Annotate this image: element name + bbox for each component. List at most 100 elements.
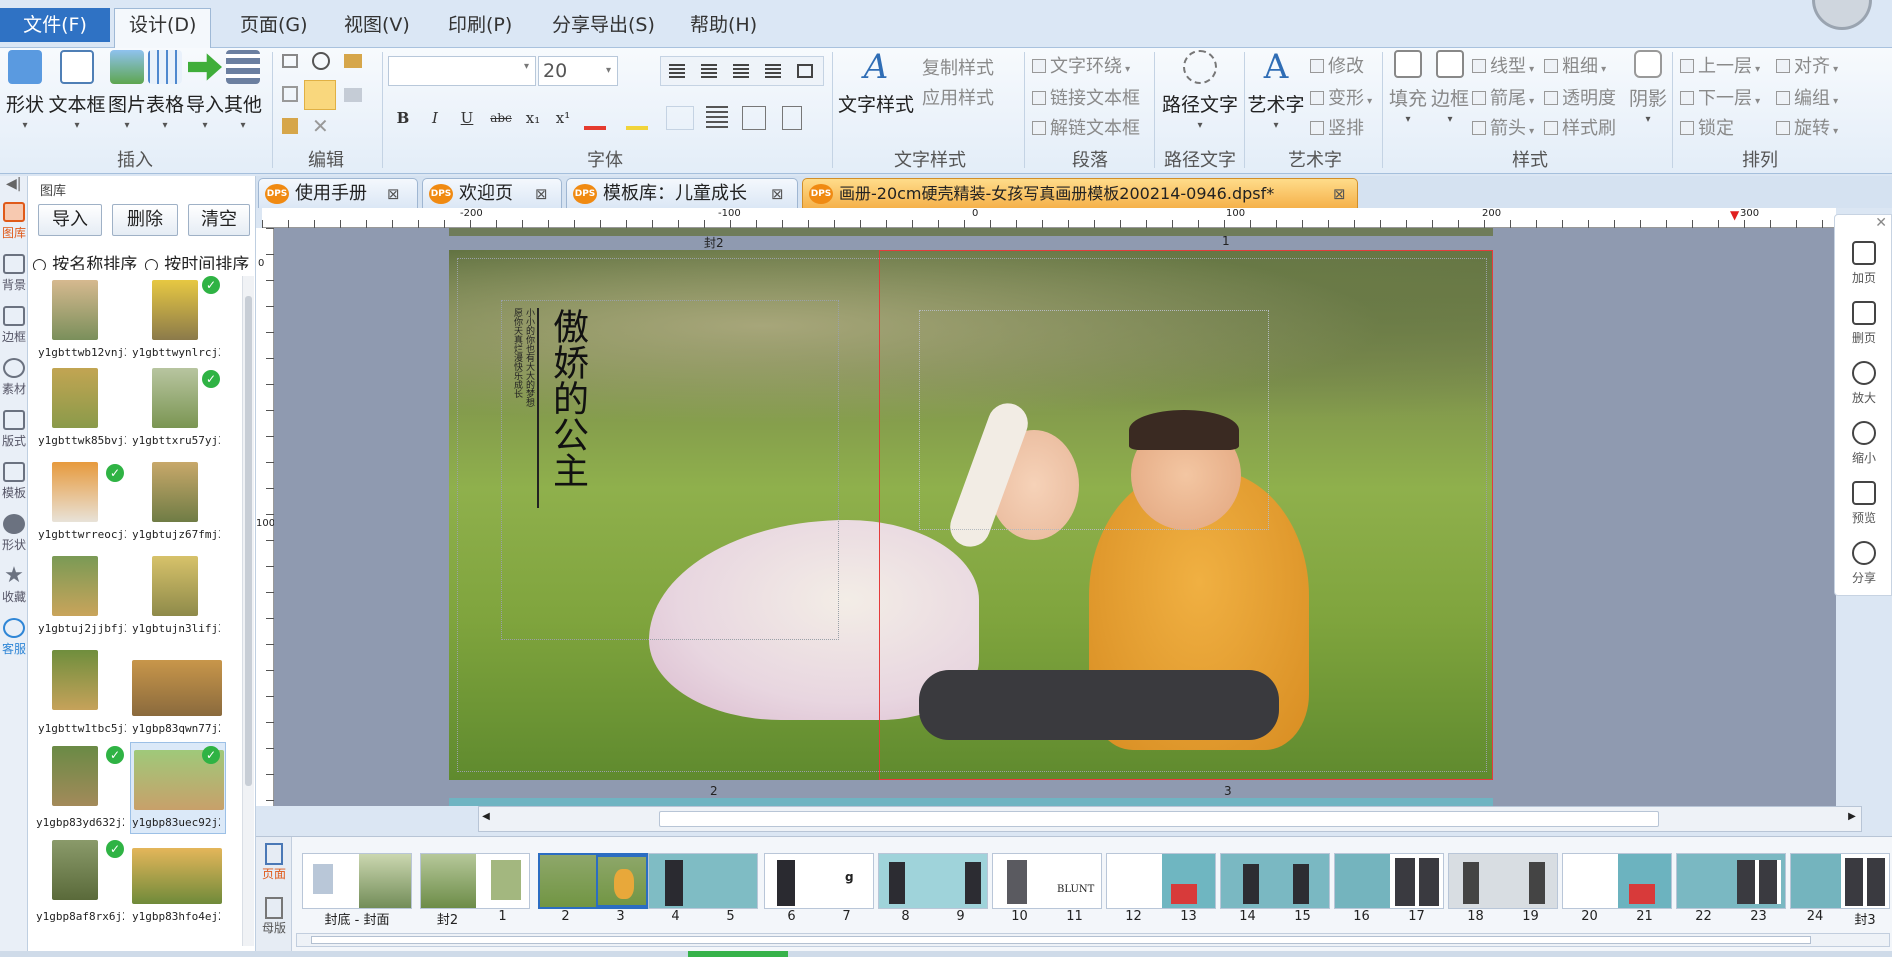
insert-image-button[interactable]: 图片 ▾: [106, 50, 148, 131]
underline-button[interactable]: U: [454, 104, 480, 132]
modify-art-button[interactable]: 修改: [1310, 52, 1364, 78]
gallery-thumb[interactable]: [52, 556, 98, 616]
align-button[interactable]: 对齐 ▾: [1776, 52, 1838, 78]
italic-button[interactable]: I: [422, 104, 448, 132]
menu-print[interactable]: 印刷(P): [434, 9, 526, 41]
rail-customer-service[interactable]: 客服: [0, 618, 28, 657]
spread-thumb-cover[interactable]: [302, 853, 412, 909]
shadow-button[interactable]: 阴影 ▾: [1626, 50, 1670, 125]
cut-icon[interactable]: [282, 54, 298, 68]
columns-icon[interactable]: [742, 106, 766, 130]
rail-shape[interactable]: 形状: [0, 514, 28, 553]
design-canvas[interactable]: 封2 1 小小的你也有大大的梦想 愿你天真烂漫快乐成长 傲娇的公主 2 3: [274, 228, 1836, 806]
distribute-icon[interactable]: [797, 64, 813, 78]
spread-thumb-6-7[interactable]: g: [764, 853, 874, 909]
menu-view[interactable]: 视图(V): [330, 9, 424, 41]
gallery-scrollbar[interactable]: [242, 276, 254, 946]
gallery-thumb[interactable]: [52, 650, 98, 710]
tab-welcome[interactable]: DPS 欢迎页 ⊠: [422, 178, 562, 208]
gallery-thumb[interactable]: [152, 556, 198, 616]
gallery-thumb[interactable]: [52, 462, 98, 522]
scrollbar-thumb[interactable]: [245, 296, 252, 786]
gallery-thumb[interactable]: [152, 462, 198, 522]
close-tab-icon[interactable]: ⊠: [1333, 179, 1346, 209]
line-weight-button[interactable]: 粗细 ▾: [1544, 52, 1606, 78]
ruler-marker-icon[interactable]: ▼: [1730, 208, 1739, 222]
scroll-right-icon[interactable]: ▶: [1845, 811, 1859, 827]
spread-thumb-18-19[interactable]: [1448, 853, 1558, 909]
spread-thumb-14-15[interactable]: [1220, 853, 1330, 909]
align-center-icon[interactable]: [701, 64, 717, 78]
rail-template[interactable]: 模板: [0, 462, 28, 501]
gallery-thumb[interactable]: [52, 368, 98, 428]
menu-help[interactable]: 帮助(H): [676, 9, 771, 41]
gallery-import-button[interactable]: 导入: [38, 204, 102, 236]
collapse-panel-icon[interactable]: ◀|: [6, 176, 21, 192]
group-button[interactable]: 编组 ▾: [1776, 84, 1838, 110]
unlink-textbox-button[interactable]: 解链文本框: [1032, 114, 1140, 140]
select-arrow-icon[interactable]: [304, 80, 336, 110]
spread-thumb-16-17[interactable]: [1334, 853, 1444, 909]
import-button[interactable]: 导入 ▾: [184, 50, 226, 131]
menu-page[interactable]: 页面(G): [226, 9, 322, 41]
gallery-clear-button[interactable]: 清空: [188, 204, 250, 236]
subtitle-vertical-text[interactable]: 小小的你也有大大的梦想: [523, 308, 535, 528]
font-color-icon[interactable]: [584, 106, 606, 130]
spread-thumb-8-9[interactable]: [878, 853, 988, 909]
path-text-button[interactable]: 路径文字 ▾: [1160, 50, 1240, 131]
filmstrip-scroll-thumb[interactable]: [311, 936, 1811, 944]
lock-button[interactable]: 锁定: [1680, 114, 1734, 140]
spread-thumb-4-5[interactable]: [648, 853, 758, 909]
spread-thumb-2-3-current[interactable]: [538, 853, 648, 909]
scroll-left-icon[interactable]: ◀: [479, 811, 493, 827]
paste-icon[interactable]: [282, 118, 298, 134]
text-box-settings-icon[interactable]: [782, 106, 802, 130]
account-icon[interactable]: [1812, 0, 1872, 30]
arrow-tail-button[interactable]: 箭尾 ▾: [1472, 84, 1534, 110]
folder-paste-icon[interactable]: [344, 54, 362, 68]
menu-design[interactable]: 设计(D): [114, 8, 212, 49]
format-painter-icon[interactable]: [344, 88, 362, 102]
insert-shape-button[interactable]: 形状 ▾: [4, 50, 46, 131]
spread-thumb-24-cover3[interactable]: [1790, 853, 1890, 909]
rail-material[interactable]: 素材: [0, 358, 28, 397]
link-textbox-button[interactable]: 链接文本框: [1032, 84, 1140, 110]
opacity-button[interactable]: 透明度: [1544, 84, 1616, 110]
gallery-thumb[interactable]: [132, 848, 222, 904]
rail-border[interactable]: 边框: [0, 306, 28, 345]
text-wrap-button[interactable]: 文字环绕 ▾: [1032, 52, 1130, 78]
gallery-thumb[interactable]: [152, 368, 198, 428]
page-spread[interactable]: 小小的你也有大大的梦想 愿你天真烂漫快乐成长 傲娇的公主: [449, 250, 1493, 780]
preview-button[interactable]: 预览: [1835, 481, 1892, 526]
align-right-icon[interactable]: [733, 64, 749, 78]
rotate-button[interactable]: 旋转 ▾: [1776, 114, 1838, 140]
sort-by-time-radio[interactable]: ○ 按时间排序: [144, 250, 250, 270]
menu-share-export[interactable]: 分享导出(S): [538, 9, 669, 41]
superscript-button[interactable]: x¹: [550, 104, 576, 132]
filmstrip-tab-master[interactable]: 母版: [258, 897, 290, 936]
menu-file[interactable]: 文件(F): [0, 8, 110, 42]
zoom-in-button[interactable]: 放大: [1835, 361, 1892, 406]
title-vertical-text[interactable]: 傲娇的公主: [543, 308, 588, 488]
fill-button[interactable]: 填充 ▾: [1386, 50, 1430, 125]
gallery-thumb[interactable]: [132, 660, 222, 716]
justify-icon[interactable]: [765, 64, 781, 78]
gallery-thumb[interactable]: [152, 280, 198, 340]
gallery-thumb[interactable]: [52, 746, 98, 806]
rail-favorites[interactable]: ★ 收藏: [0, 565, 28, 605]
tab-template-library[interactable]: DPS 模板库：儿童成长 ⊠: [566, 178, 798, 208]
align-left-icon[interactable]: [669, 64, 685, 78]
apply-style-button[interactable]: 应用样式: [922, 84, 994, 110]
insert-other-button[interactable]: 其他 ▾: [222, 50, 264, 131]
spread-thumb-10-11[interactable]: BLUNT: [992, 853, 1102, 909]
subtitle2-vertical-text[interactable]: 愿你天真烂漫快乐成长: [511, 308, 523, 528]
close-tab-icon[interactable]: ⊠: [387, 179, 400, 209]
rail-gallery[interactable]: 图库: [0, 202, 28, 241]
canvas-horizontal-scrollbar[interactable]: ◀ ▶: [478, 806, 1862, 832]
char-spacing-icon[interactable]: [666, 106, 694, 130]
align-buttons[interactable]: [660, 56, 824, 86]
vertical-text-button[interactable]: 竖排: [1310, 114, 1364, 140]
spread-thumb-22-23[interactable]: [1676, 853, 1786, 909]
zoom-out-button[interactable]: 缩小: [1835, 421, 1892, 466]
filmstrip-tab-pages[interactable]: 页面: [258, 843, 290, 882]
